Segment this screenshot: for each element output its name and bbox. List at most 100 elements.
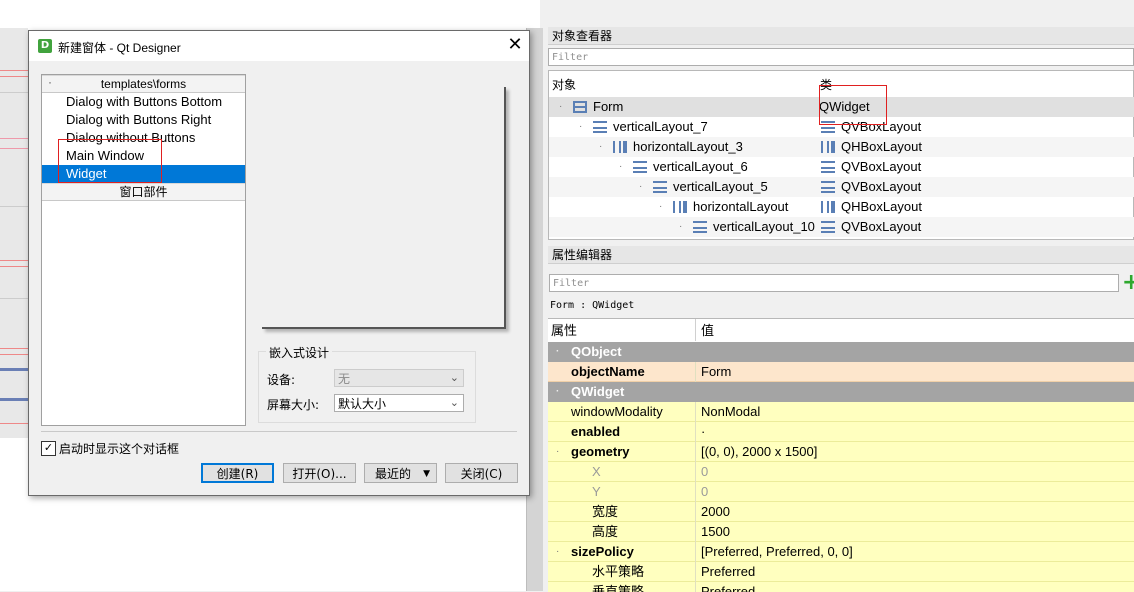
open-button[interactable]: 打开(O)...	[283, 463, 356, 483]
tree-row[interactable]: · horizontalLayout_3 QHBoxLayout	[549, 137, 1134, 157]
templates-forms-header[interactable]: · templates\forms	[42, 75, 245, 93]
property-table[interactable]: 属性 值 · QObject objectName Form · QWidget…	[548, 318, 1134, 592]
property-value[interactable]: 0	[697, 482, 708, 502]
dropdown-arrow-icon: ▼	[423, 469, 430, 479]
template-item-label: Dialog with Buttons Bottom	[66, 94, 223, 109]
new-form-dialog: D 新建窗体 - Qt Designer ✕ · templates\forms…	[28, 30, 530, 496]
property-filter-input[interactable]: Filter	[549, 274, 1119, 292]
qt-designer-app-icon: D	[38, 39, 52, 53]
template-list[interactable]: · templates\forms Dialog with Buttons Bo…	[41, 74, 246, 426]
property-row[interactable]: 高度 1500	[548, 522, 1134, 542]
property-row[interactable]: 水平策略 Preferred	[548, 562, 1134, 582]
property-group-qobject[interactable]: · QObject	[548, 342, 1134, 362]
property-group-qwidget[interactable]: · QWidget	[548, 382, 1134, 402]
background-form-edge	[0, 28, 28, 438]
object-name: Form	[593, 99, 624, 114]
object-name: verticalLayout_10	[713, 219, 815, 234]
startup-checkbox-label: 启动时显示这个对话框	[59, 442, 180, 456]
device-combo[interactable]: 无 ⌄	[334, 369, 464, 387]
property-row[interactable]: · geometry [(0, 0), 2000 x 1500]	[548, 442, 1134, 462]
startup-checkbox[interactable]: ✓	[41, 441, 56, 456]
object-name: verticalLayout_6	[653, 159, 748, 174]
horizontal-layout-icon	[673, 201, 687, 213]
property-header-row: 属性 值	[548, 319, 1134, 341]
column-header-object[interactable]: 对象	[549, 71, 576, 95]
device-label: 设备:	[267, 373, 296, 387]
template-item-label: Dialog with Buttons Right	[66, 112, 212, 127]
dialog-title: 新建窗体 - Qt Designer	[58, 41, 181, 55]
group-label: QObject	[571, 344, 622, 359]
property-value[interactable]: Form	[697, 362, 731, 382]
property-key: 高度	[592, 524, 619, 539]
recent-button-label: 最近的	[375, 467, 412, 481]
property-value[interactable]: ·	[697, 422, 705, 442]
vertical-layout-icon	[593, 121, 607, 133]
create-button[interactable]: 创建(R)	[201, 463, 274, 483]
close-button[interactable]: 关闭(C)	[445, 463, 518, 483]
property-value[interactable]: 0	[697, 462, 708, 482]
object-name: horizontalLayout	[693, 199, 789, 214]
vertical-layout-icon	[633, 161, 647, 173]
tree-row[interactable]: · verticalLayout_6 QVBoxLayout	[549, 157, 1134, 177]
property-row[interactable]: enabled ·	[548, 422, 1134, 442]
object-class: QVBoxLayout	[841, 219, 922, 234]
property-value[interactable]: NonModal	[697, 402, 760, 422]
column-header-property[interactable]: 属性	[548, 323, 577, 338]
add-property-icon[interactable]: +	[1122, 272, 1134, 294]
property-key: sizePolicy	[571, 544, 634, 559]
property-class-line: Form : QWidget	[550, 300, 635, 311]
property-row[interactable]: Y 0	[548, 482, 1134, 502]
dialog-titlebar[interactable]: D 新建窗体 - Qt Designer ✕	[29, 31, 529, 61]
property-key: X	[592, 464, 601, 479]
screen-size-value: 默认大小	[338, 397, 387, 411]
tree-row[interactable]: · horizontalLayout QHBoxLayout	[549, 197, 1134, 217]
screen-size-label: 屏幕大小:	[267, 398, 320, 412]
property-row[interactable]: · sizePolicy [Preferred, Preferred, 0, 0…	[548, 542, 1134, 562]
object-filter-input[interactable]: Filter	[548, 48, 1134, 66]
property-value[interactable]: 1500	[697, 522, 730, 542]
template-item[interactable]: Dialog with Buttons Right	[42, 111, 245, 129]
horizontal-layout-icon	[613, 141, 627, 153]
dialog-separator	[41, 431, 517, 432]
screen-size-combo[interactable]: 默认大小 ⌄	[334, 394, 464, 412]
tree-row[interactable]: · verticalLayout_10 QVBoxLayout	[549, 217, 1134, 237]
property-value[interactable]: [Preferred, Preferred, 0, 0]	[697, 542, 853, 562]
property-value[interactable]: 2000	[697, 502, 730, 522]
vertical-layout-icon	[821, 221, 835, 233]
annotation-highlight-box	[819, 85, 887, 125]
object-class: QVBoxLayout	[841, 159, 922, 174]
property-key: enabled	[571, 424, 621, 439]
vertical-layout-icon	[821, 181, 835, 193]
form-icon	[573, 101, 587, 113]
property-key: geometry	[571, 444, 630, 459]
close-icon[interactable]: ✕	[505, 36, 525, 56]
template-item[interactable]: Dialog with Buttons Bottom	[42, 93, 245, 111]
property-row[interactable]: X 0	[548, 462, 1134, 482]
object-class: QHBoxLayout	[841, 139, 922, 154]
group-label: QWidget	[571, 384, 625, 399]
horizontal-layout-icon	[821, 141, 835, 153]
property-key: windowModality	[571, 404, 663, 419]
annotation-highlight-box	[58, 139, 162, 183]
column-header-value[interactable]: 值	[697, 319, 714, 339]
vertical-layout-icon	[821, 161, 835, 173]
object-name: verticalLayout_7	[613, 119, 708, 134]
chevron-down-icon: ⌄	[449, 371, 459, 384]
object-inspector-title: 对象查看器	[548, 27, 1134, 45]
collapse-icon[interactable]: ·	[48, 74, 52, 90]
widgets-header[interactable]: 窗口部件	[42, 183, 245, 201]
templates-forms-label: templates\forms	[100, 77, 187, 91]
property-key: 水平策略	[592, 564, 645, 579]
property-row[interactable]: windowModality NonModal	[548, 402, 1134, 422]
device-value: 无	[338, 372, 351, 386]
recent-button[interactable]: 最近的 ▼	[364, 463, 437, 483]
property-row-objectname[interactable]: objectName Form	[548, 362, 1134, 382]
tree-row[interactable]: · verticalLayout_5 QVBoxLayout	[549, 177, 1134, 197]
property-value[interactable]: [(0, 0), 2000 x 1500]	[697, 442, 817, 462]
widgets-header-label: 窗口部件	[119, 185, 168, 199]
object-name: verticalLayout_5	[673, 179, 768, 194]
property-value[interactable]: Preferred	[697, 562, 755, 582]
object-tree[interactable]: 对象 类 · Form QWidget · verticalLayout_7 Q…	[548, 70, 1134, 240]
property-row[interactable]: 宽度 2000	[548, 502, 1134, 522]
horizontal-layout-icon	[821, 201, 835, 213]
